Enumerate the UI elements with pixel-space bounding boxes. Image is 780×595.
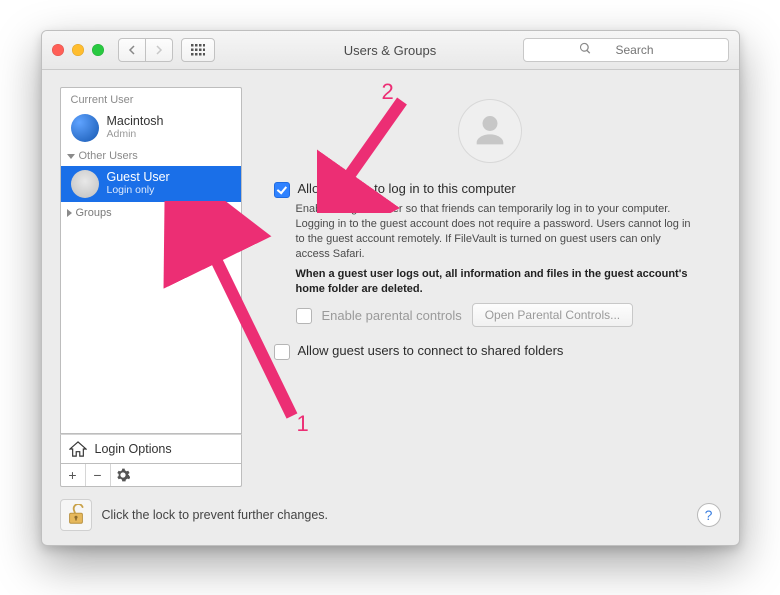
close-window-button[interactable] bbox=[52, 44, 64, 56]
sidebar-item-current-user[interactable]: Macintosh Admin bbox=[61, 110, 241, 146]
user-name: Guest User bbox=[107, 171, 170, 185]
allow-guest-checkbox[interactable] bbox=[274, 182, 290, 198]
allow-guest-description: Enable the guest user so that friends ca… bbox=[296, 202, 696, 261]
open-parental-controls-button[interactable]: Open Parental Controls... bbox=[472, 303, 633, 327]
other-users-section-toggle[interactable]: Other Users bbox=[61, 146, 241, 166]
login-options-button[interactable]: Login Options bbox=[60, 434, 242, 464]
parental-controls-checkbox[interactable] bbox=[296, 308, 312, 324]
help-button[interactable]: ? bbox=[697, 503, 721, 527]
chevron-right-icon bbox=[155, 45, 163, 55]
shared-folders-checkbox[interactable] bbox=[274, 344, 290, 360]
body: Current User Macintosh Admin Other Users… bbox=[60, 87, 721, 487]
user-info: Macintosh Admin bbox=[107, 115, 164, 140]
allow-guest-label: Allow guests to log in to this computer bbox=[298, 181, 516, 196]
groups-section-toggle[interactable]: Groups bbox=[61, 202, 241, 223]
action-menu-button[interactable] bbox=[111, 464, 135, 486]
add-user-button[interactable]: + bbox=[61, 464, 86, 486]
chevron-left-icon bbox=[128, 45, 136, 55]
prefs-window: Users & Groups Current User Macintosh Ad… bbox=[41, 30, 740, 546]
user-list: Current User Macintosh Admin Other Users… bbox=[60, 87, 242, 434]
person-icon bbox=[470, 111, 510, 151]
parental-controls-row: Enable parental controls Open Parental C… bbox=[296, 303, 707, 327]
grid-icon bbox=[191, 44, 205, 56]
footer: Click the lock to prevent further change… bbox=[60, 499, 721, 531]
lock-hint-text: Click the lock to prevent further change… bbox=[102, 508, 329, 522]
sidebar-item-guest-user[interactable]: Guest User Login only bbox=[61, 166, 241, 202]
zoom-window-button[interactable] bbox=[92, 44, 104, 56]
nav-buttons bbox=[118, 38, 173, 62]
minimize-window-button[interactable] bbox=[72, 44, 84, 56]
gear-icon bbox=[116, 468, 130, 482]
shared-folders-label: Allow guest users to connect to shared f… bbox=[298, 343, 564, 358]
forward-button[interactable] bbox=[146, 38, 173, 62]
show-all-button[interactable] bbox=[181, 38, 215, 62]
user-name: Macintosh bbox=[107, 115, 164, 129]
remove-user-button[interactable]: − bbox=[86, 464, 111, 486]
search-input[interactable] bbox=[523, 38, 729, 62]
lock-button[interactable] bbox=[60, 499, 92, 531]
traffic-lights bbox=[52, 44, 104, 56]
sidebar-toolbar: + − bbox=[60, 464, 242, 487]
lock-open-icon bbox=[66, 504, 86, 526]
avatar-icon bbox=[71, 170, 99, 198]
shared-folders-option: Allow guest users to connect to shared f… bbox=[274, 343, 707, 360]
allow-guest-option: Allow guests to log in to this computer bbox=[274, 181, 707, 198]
home-icon bbox=[69, 441, 87, 457]
allow-guest-warning: When a guest user logs out, all informat… bbox=[296, 267, 696, 297]
user-role: Login only bbox=[107, 185, 170, 197]
detail-pane: Allow guests to log in to this computer … bbox=[252, 87, 721, 487]
groups-label: Groups bbox=[76, 207, 112, 219]
sidebar: Current User Macintosh Admin Other Users… bbox=[60, 87, 242, 487]
account-avatar[interactable] bbox=[458, 99, 522, 163]
triangle-down-icon bbox=[67, 154, 75, 159]
parental-controls-label: Enable parental controls bbox=[322, 308, 462, 323]
user-info: Guest User Login only bbox=[107, 171, 170, 196]
current-user-section-label: Current User bbox=[61, 88, 241, 110]
back-button[interactable] bbox=[118, 38, 146, 62]
login-options-label: Login Options bbox=[95, 442, 172, 456]
triangle-right-icon bbox=[67, 209, 72, 217]
user-role: Admin bbox=[107, 129, 164, 141]
titlebar: Users & Groups bbox=[42, 31, 739, 70]
search-field-wrap bbox=[523, 38, 729, 62]
avatar-icon bbox=[71, 114, 99, 142]
other-users-label: Other Users bbox=[79, 150, 138, 162]
